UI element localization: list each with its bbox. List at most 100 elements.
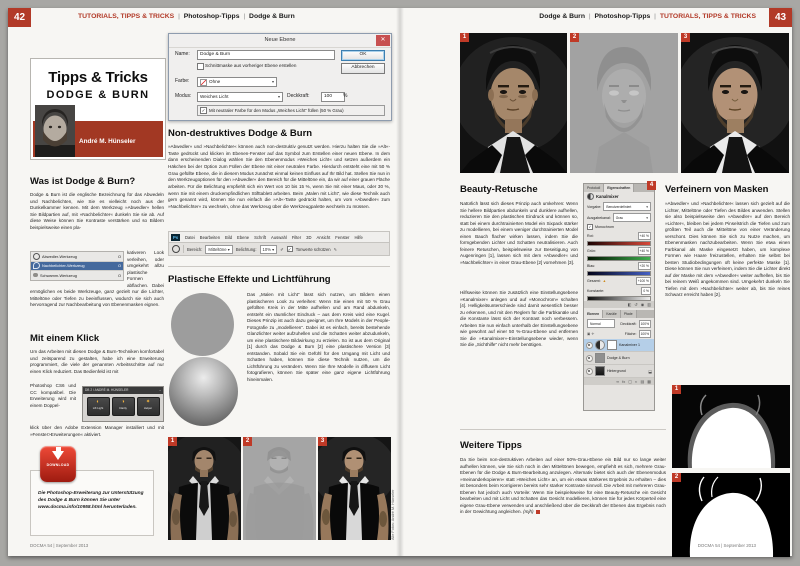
bereich-dropdown[interactable]: Mitteltöne ▾ [205,244,233,254]
clipping-mask-checkbox[interactable] [197,63,204,70]
tab-pfade[interactable]: Pfade [620,310,637,318]
lock-row: ▣✛ Fläche: 100% [584,329,654,339]
reset-icon[interactable]: ↺ [634,302,637,307]
extension-button-label: Clarity [119,406,127,410]
deckkraft-value[interactable]: 100% [638,319,651,328]
photoshop-bar-screenshot: Ps Datei Bearbeiten Bild Ebene Schrift A… [168,231,390,256]
menu-bild[interactable]: Bild [225,235,232,240]
trash-icon[interactable]: ▦ [647,379,651,384]
blendmode-dropdown[interactable]: Normal [587,319,615,328]
tonwerte-checkbox[interactable]: ✓ [286,246,293,252]
modus-dropdown[interactable]: Weiches Licht ▾ [197,92,283,102]
tab-kanaele[interactable]: Kanäle [603,310,621,318]
deckkraft-input[interactable]: 100 [321,92,345,102]
menu-datei[interactable]: Datei [185,235,195,240]
page-gutter [396,8,404,556]
folder-icon[interactable]: ▤ [640,379,644,384]
weitere-paragraph: Da Sie beim non-destruktiven Arbeiten au… [460,457,666,516]
layer-row-dodge-burn[interactable]: Dodge & Burn [584,352,654,365]
tool-item-schwamm[interactable]: Schwamm-Werkzeug O [31,271,123,280]
eye-icon[interactable] [586,367,593,375]
clarity-button[interactable]: ◑ Clarity [111,397,135,416]
konstante-value[interactable]: 0 % [641,287,651,295]
beauty-paragraph-1: Natürlich lässt sich dieses Prinzip auch… [460,201,578,265]
mask-icon[interactable]: ▢ [628,379,632,384]
lock-icons[interactable]: ▣✛ [587,332,595,336]
burn-tool-icon [33,262,40,270]
eye-icon[interactable] [586,341,593,349]
menu-bearbeiten[interactable]: Bearbeiten [200,235,220,240]
layer-row-hintergrund[interactable]: Hintergrund ⬓ [584,365,654,378]
tool-item-nachbelichter[interactable]: Nachbelichter-Werkzeug O [31,261,123,272]
tab-eigenschaften[interactable]: Eigenschaften [604,184,635,192]
ausgabekanal-dropdown[interactable]: Grau ▾ [612,213,651,222]
cancel-button[interactable]: Abbrechen [341,63,385,74]
menu-hilfe[interactable]: Hilfe [354,235,362,240]
was-ist-paragraph-1: Dodge & Burn ist die englische Bezeichnu… [30,192,164,230]
helper-button[interactable]: ✦ Helper [136,397,160,416]
monochrom-label: Monochrom [595,225,614,229]
ok-button[interactable]: OK [341,50,385,61]
fx-icon[interactable]: fx [622,379,625,384]
runhead-separator: | [588,13,591,20]
konstante-row: Konstante: 0 % [584,286,654,296]
airbrush-icon[interactable]: ✐ [280,247,284,252]
belichtung-dropdown[interactable]: 10% ▾ [259,244,278,254]
vorgabe-value: Benutzerdefiniert [606,204,632,209]
runhead-section: TUTORIALS, TIPPS & TRICKS [659,13,756,20]
download-button[interactable]: DOWNLOAD [40,446,76,482]
link-icon[interactable]: ∞ [616,379,619,384]
delete-icon[interactable]: ▥ [647,302,651,307]
layer-name: Dodge & Burn [607,356,630,360]
eye-icon[interactable] [586,354,593,362]
kanalmixer-title: Kanalmixer [596,194,619,199]
menu-schrift[interactable]: Schrift [254,235,266,240]
layer-name: Hintergrund [607,369,626,373]
name-label: Name: [175,51,190,57]
portrait-original: 1 [460,33,567,173]
layers-tabs: Ebenen Kanäle Pfade [584,310,654,318]
farbe-dropdown[interactable]: Ohne ▾ [197,77,277,87]
blau-value[interactable]: +20 % [637,262,651,270]
gruen-value[interactable]: +40 % [637,247,651,255]
layer-row-kanalmixer[interactable]: Kanalmixer 1 [584,339,654,352]
mask-badge: 1 [672,385,681,394]
blend-row: Normal Deckkraft: 100% [584,318,654,329]
monochrom-row: ✓ Monochrom [584,223,654,231]
lift-light-button[interactable]: ◐ Lift Light [86,397,110,416]
blendmode-value: Normal [590,321,601,326]
section-heading-beauty: Beauty-Retusche [460,184,538,195]
download-label: DOWNLOAD [46,463,70,467]
vorgabe-dropdown[interactable]: Benutzerdefiniert ▾ [603,202,651,211]
brush-panel-icon[interactable]: ✎ [334,247,338,252]
title-line1: Tipps & Tricks [48,69,148,86]
flaeche-value[interactable]: 100% [638,330,651,338]
tab-protokoll[interactable]: Protokoll [584,184,605,192]
neutral-fill-checkbox[interactable]: ✓ [200,107,207,114]
clip-icon[interactable]: ◧ [628,302,632,307]
adjustment-icon[interactable]: ◐ [635,379,637,384]
belichtung-value: 10% [262,246,271,252]
ausgabekanal-row: Ausgabekanal: Grau ▾ [584,212,654,223]
mask-thumbnail [607,340,617,350]
layer-name-input[interactable]: Dodge & Burn [197,50,335,60]
dialog-close-button[interactable]: ✕ [376,35,390,46]
helper-icon: ✦ [145,399,151,405]
rot-value[interactable]: +40 % [637,232,651,240]
menu-auswahl[interactable]: Auswahl [271,235,287,240]
collapse-icon[interactable]: – [159,387,161,394]
menu-filter[interactable]: Filter [292,235,301,240]
menu-ansicht[interactable]: Ansicht [317,235,331,240]
blau-slider-row: Blau: +20 % [584,261,654,271]
tool-item-abwedler[interactable]: Abwedler-Werkzeug O [31,252,123,262]
footer-left: DOCMA 54 | September 2013 [30,543,89,548]
menu-ebene[interactable]: Ebene [237,235,249,240]
photo-credit: Alle Fotos: André M. Hünseler [391,489,395,540]
monochrom-checkbox[interactable]: ✓ [587,224,593,230]
menu-3d[interactable]: 3D [306,235,311,240]
tab-ebenen[interactable]: Ebenen [584,310,604,318]
menu-fenster[interactable]: Fenster [335,235,349,240]
chevron-down-icon: ▾ [227,246,230,252]
visibility-icon[interactable]: ◉ [641,302,645,307]
deckkraft-label: Deckkraft: [287,93,310,99]
